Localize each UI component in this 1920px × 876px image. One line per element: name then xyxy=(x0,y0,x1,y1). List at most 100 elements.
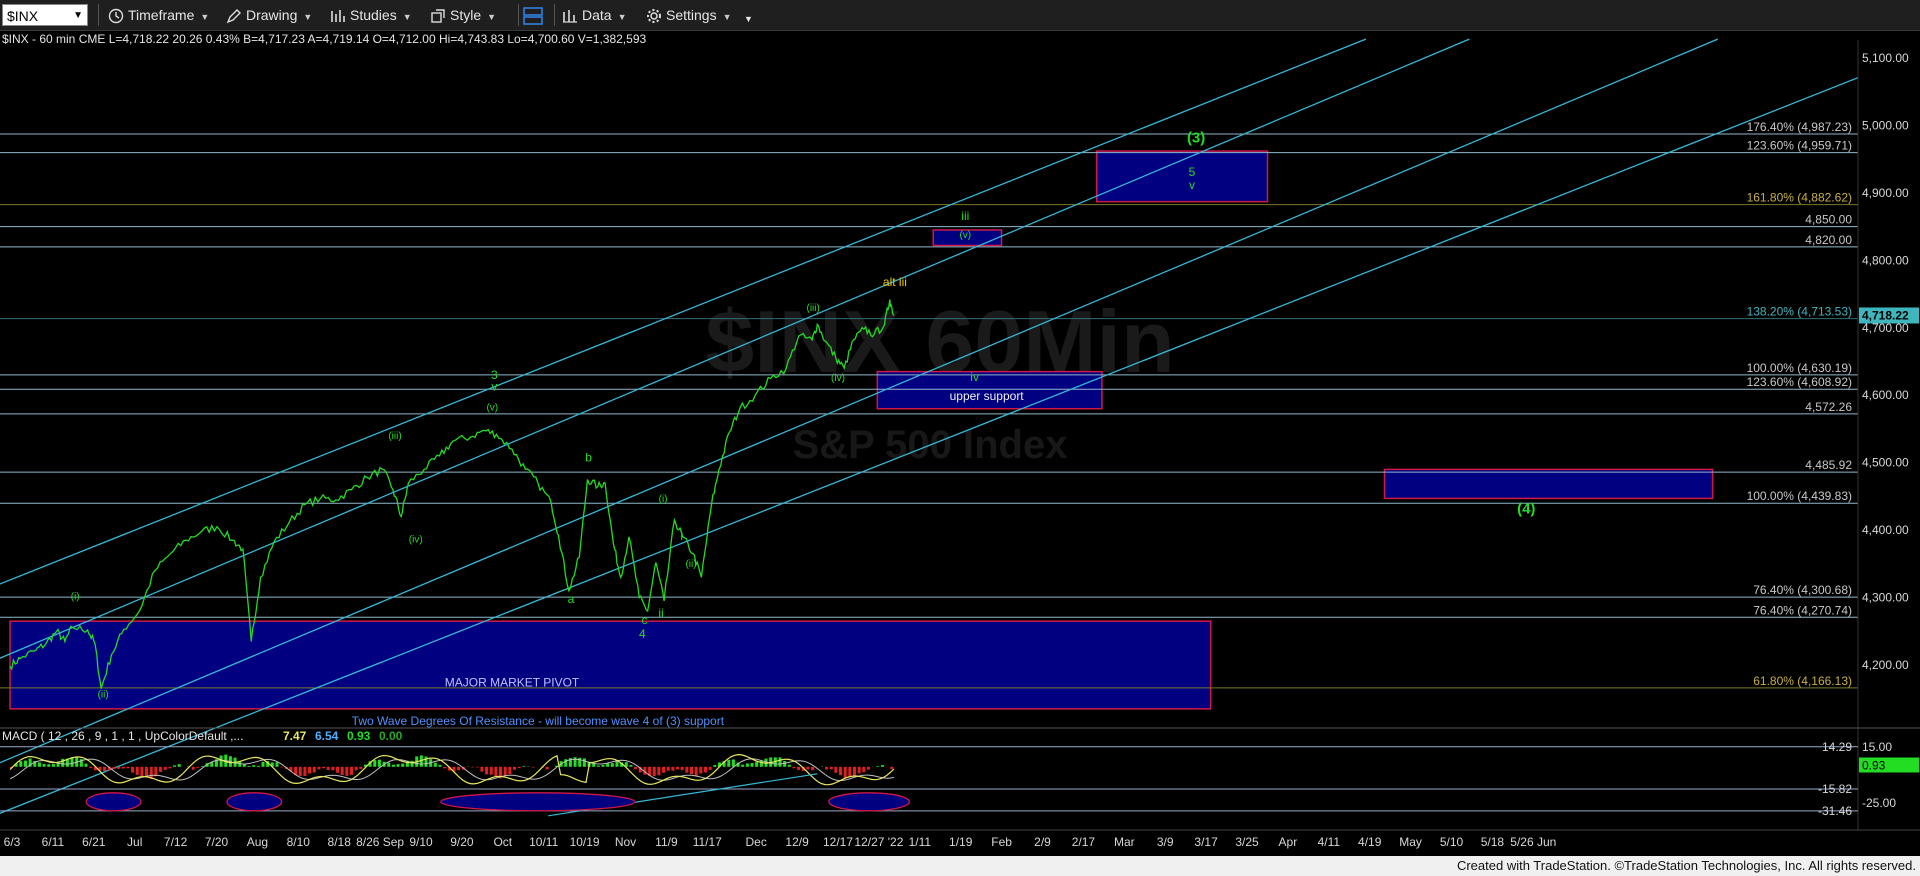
fib-level-label: 4,572.26 xyxy=(1805,400,1852,414)
macd-histogram-bar xyxy=(694,766,698,776)
macd-histogram-bar xyxy=(564,759,568,767)
wave-label: 4 xyxy=(639,627,646,641)
clock-icon xyxy=(108,9,124,24)
macd-histogram-bar xyxy=(843,766,847,779)
time-tick-label: 6/11 xyxy=(42,835,65,849)
toolbar-divider xyxy=(98,4,99,26)
fib-level-label: 138.20% (4,713.53) xyxy=(1747,305,1852,319)
macd-histogram-bar xyxy=(61,758,65,767)
macd-histogram-bar xyxy=(475,766,479,768)
time-tick-label: 4/11 xyxy=(1318,835,1341,849)
macd-histogram-bar xyxy=(890,766,894,769)
macd-histogram-bar xyxy=(680,766,684,771)
time-tick-label: 1/11 xyxy=(909,835,932,849)
more-caret-icon[interactable]: ▼ xyxy=(744,8,753,30)
macd-histogram-bar xyxy=(797,766,801,770)
macd-level-label: -15.82 xyxy=(1818,782,1852,796)
macd-histogram-bar xyxy=(657,766,661,776)
macd-histogram-bar xyxy=(508,766,512,775)
macd-histogram-bar xyxy=(340,766,344,776)
toolbar-divider xyxy=(554,4,555,26)
time-tick-label: Dec xyxy=(746,835,767,849)
fib-level-label: 76.40% (4,300.68) xyxy=(1753,583,1852,597)
macd-tick-label: -25.00 xyxy=(1862,796,1896,810)
macd-histogram-bar xyxy=(778,757,782,767)
macd-histogram-bar xyxy=(103,766,107,772)
macd-histogram-bar xyxy=(177,764,181,767)
wave-label: (iv) xyxy=(409,534,423,545)
macd-histogram-bar xyxy=(345,766,349,776)
wave-label: (i) xyxy=(659,494,668,505)
data-button[interactable]: Data ▼ xyxy=(562,4,627,26)
macd-histogram-bar xyxy=(163,766,167,770)
timeframe-button[interactable]: Timeframe ▼ xyxy=(108,4,209,26)
footer: Created with TradeStation. ©TradeStation… xyxy=(0,856,1920,876)
macd-histogram-bar xyxy=(387,762,391,767)
studies-label: Studies xyxy=(350,7,397,23)
data-label: Data xyxy=(582,7,612,23)
macd-histogram-bar xyxy=(298,766,302,776)
macd-histogram-bar xyxy=(131,766,135,773)
macd-histogram-bar xyxy=(825,766,829,770)
macd-histogram-bar xyxy=(634,766,638,770)
macd-histogram-bar xyxy=(173,765,177,767)
time-tick-label: 9/20 xyxy=(450,835,474,849)
time-tick-label: Oct xyxy=(493,835,512,849)
macd-histogram-bar xyxy=(471,766,475,768)
macd-value: 0.00 xyxy=(379,729,403,743)
macd-histogram-bar xyxy=(275,762,279,767)
chevron-down-icon[interactable]: ▼ xyxy=(73,5,83,27)
macd-histogram-bar xyxy=(531,766,535,768)
macd-histogram-bar xyxy=(242,764,246,767)
macd-histogram-bar xyxy=(401,763,405,767)
time-tick-label: 7/20 xyxy=(205,835,229,849)
macd-histogram-bar xyxy=(615,761,619,767)
macd-histogram-bar xyxy=(42,763,46,767)
time-tick-label: Feb xyxy=(991,835,1012,849)
wave-label: alt iii xyxy=(883,275,907,289)
macd-histogram-bar xyxy=(522,766,526,767)
time-tick-label: 10/11 xyxy=(529,835,558,849)
time-tick-label: 11/17 xyxy=(693,835,722,849)
fib-level-label: 4,820.00 xyxy=(1805,233,1852,247)
wave-label: (ii) xyxy=(98,689,109,700)
time-tick-label: May xyxy=(1399,835,1422,849)
macd-histogram-bar xyxy=(303,766,307,777)
drawing-button[interactable]: Drawing ▼ xyxy=(226,4,312,26)
macd-histogram-bar xyxy=(596,765,600,767)
settings-button[interactable]: Settings ▼ xyxy=(646,4,732,26)
wave-label: (ii) xyxy=(685,559,696,570)
layout-button[interactable] xyxy=(522,4,548,26)
wave-label: (v) xyxy=(486,403,498,414)
symbol-value: $INX xyxy=(7,8,39,24)
fib-level-label: 100.00% (4,630.19) xyxy=(1747,361,1852,375)
macd-histogram-bar xyxy=(513,766,517,770)
wave-label: (iv) xyxy=(831,373,845,384)
macd-histogram-bar xyxy=(336,766,340,773)
macd-histogram-bar xyxy=(876,766,880,767)
symbol-input[interactable]: $INX ▼ xyxy=(2,4,88,26)
wave-label: (v) xyxy=(959,230,971,241)
macd-highlight-ellipse xyxy=(440,792,636,812)
macd-histogram-bar xyxy=(811,766,815,771)
wave-label: i xyxy=(680,529,683,543)
macd-histogram-bar xyxy=(494,766,498,778)
style-button[interactable]: Style ▼ xyxy=(430,4,496,26)
macd-histogram-bar xyxy=(601,764,605,767)
macd-histogram-bar xyxy=(834,766,838,773)
macd-histogram-bar xyxy=(787,764,791,767)
price-chart[interactable]: $INX 60MinS&P 500 Indexupper supportMAJO… xyxy=(0,0,1920,856)
macd-histogram-bar xyxy=(126,766,130,769)
macd-histogram-bar xyxy=(517,766,521,768)
caret-down-icon: ▼ xyxy=(722,12,732,22)
macd-histogram-bar xyxy=(168,766,172,769)
time-tick-label: 8/26 Sep xyxy=(356,835,404,849)
layout-icon xyxy=(523,7,543,26)
studies-button[interactable]: Studies ▼ xyxy=(330,4,412,26)
macd-level-label: 14.29 xyxy=(1822,740,1852,754)
macd-histogram-bar xyxy=(503,766,507,776)
macd-histogram-bar xyxy=(317,766,321,770)
macd-histogram-bar xyxy=(480,766,484,772)
time-tick-label: 9/10 xyxy=(409,835,433,849)
style-label: Style xyxy=(450,7,482,23)
